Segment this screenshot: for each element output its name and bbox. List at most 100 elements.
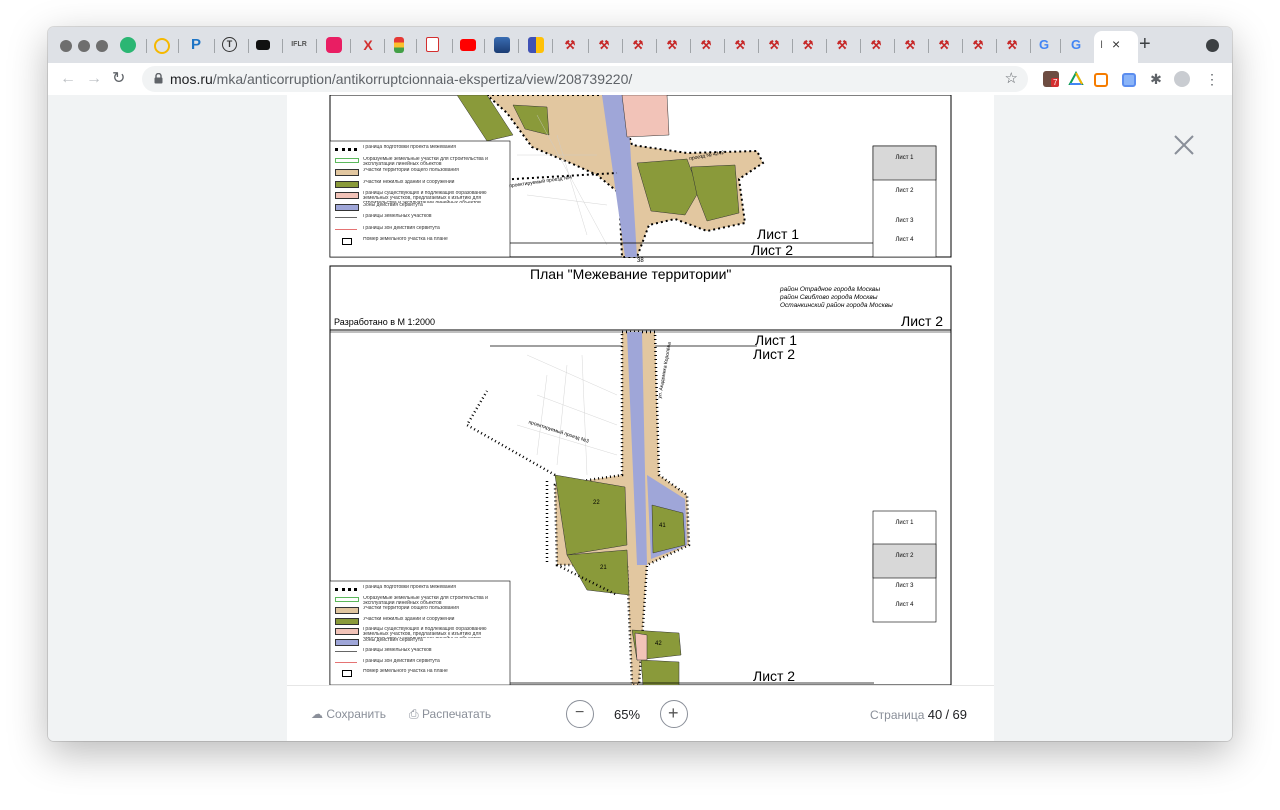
tab-separator bbox=[996, 39, 997, 53]
match-label-bottom-2: Лист 2 bbox=[753, 346, 796, 362]
bookmark-star-icon[interactable]: ☆ bbox=[1005, 69, 1018, 87]
gavel-icon[interactable]: ⚒ bbox=[630, 37, 646, 53]
legend-row: Участки нежилых зданий и сооружений bbox=[333, 180, 503, 192]
tab-separator bbox=[452, 39, 453, 53]
address-bar[interactable]: mos.ru/mka/anticorruption/antikorruptcio… bbox=[142, 66, 1028, 92]
o-icon[interactable] bbox=[326, 37, 342, 53]
close-tab-icon[interactable]: × bbox=[1112, 36, 1120, 52]
save-label: Сохранить bbox=[326, 707, 386, 721]
legend-swatch bbox=[335, 148, 357, 151]
zoom-window-icon[interactable] bbox=[96, 40, 108, 52]
parcel-label-21: 21 bbox=[600, 565, 607, 571]
legend-label: Границы зон действия сервитута bbox=[363, 658, 440, 664]
gavel-icon[interactable]: ⚒ bbox=[664, 37, 680, 53]
gavel-icon[interactable]: ⚒ bbox=[834, 37, 850, 53]
minimize-window-icon[interactable] bbox=[78, 40, 90, 52]
legend-label: Участки территорий общего пользования bbox=[363, 606, 459, 611]
legend-label: Зоны действия сервитута bbox=[363, 202, 423, 208]
legend-swatch bbox=[335, 617, 359, 625]
legend-row: Номер земельного участка на плане bbox=[333, 669, 503, 680]
gavel-icon[interactable]: ⚒ bbox=[766, 37, 782, 53]
gavel-icon[interactable]: ⚒ bbox=[1004, 37, 1020, 53]
legend-row: Границы зон действия сервитута bbox=[333, 226, 503, 238]
address-toolbar: ← → ↻ mos.ru/mka/anticorruption/antikorr… bbox=[48, 63, 1232, 96]
tab-separator bbox=[518, 39, 519, 53]
google-icon[interactable]: G bbox=[1068, 37, 1084, 53]
x-icon[interactable]: X bbox=[360, 37, 376, 53]
sheet-index-label: Лист 4 bbox=[895, 602, 914, 608]
new-tab-button[interactable]: + bbox=[1139, 33, 1151, 56]
app-icon[interactable] bbox=[528, 37, 544, 53]
bookmark-icon[interactable] bbox=[256, 40, 270, 50]
pdf-icon[interactable] bbox=[426, 37, 439, 52]
legend-row: Образуемые земельные участки для строите… bbox=[333, 157, 503, 169]
tab-separator bbox=[484, 39, 485, 53]
legend-label: Номер земельного участка на плане bbox=[363, 237, 448, 242]
yandex-icon[interactable] bbox=[154, 38, 170, 54]
legend-label: Граница подготовки проекта межевания bbox=[363, 585, 456, 590]
parcel-label-42: 42 bbox=[655, 641, 662, 647]
legend-label: Границы зон действия сервитута bbox=[363, 225, 440, 231]
save-button[interactable]: ☁ Сохранить bbox=[311, 707, 386, 721]
legend-label: Границы земельных участков bbox=[363, 648, 432, 653]
tool-icon[interactable] bbox=[394, 37, 404, 53]
gavel-icon[interactable]: ⚒ bbox=[562, 37, 578, 53]
youtube-icon[interactable] bbox=[460, 39, 476, 51]
maps-icon[interactable] bbox=[120, 37, 136, 53]
gavel-icon[interactable]: ⚒ bbox=[596, 37, 612, 53]
zoom-in-button[interactable]: + bbox=[660, 700, 688, 728]
parcel-bottom-43 bbox=[640, 659, 680, 685]
browser-window: P T IFLR X ⚒ ⚒ ⚒ ⚒ ⚒ ⚒ ⚒ ⚒ ⚒ ⚒ ⚒ ⚒ ⚒ ⚒ G G I × + bbox=[48, 27, 1232, 741]
parcel-bottom-41 bbox=[651, 504, 686, 554]
gavel-icon[interactable]: ⚒ bbox=[936, 37, 952, 53]
gavel-icon[interactable]: ⚒ bbox=[800, 37, 816, 53]
back-icon[interactable]: ← bbox=[60, 69, 76, 89]
active-tab-label: I bbox=[1100, 39, 1104, 51]
more-menu-icon[interactable]: ⋮ bbox=[1204, 71, 1220, 87]
legend-bottom-text: Граница подготовки проекта межевания Обра… bbox=[333, 585, 503, 680]
google-icon[interactable]: G bbox=[1036, 37, 1052, 53]
legend-swatch bbox=[335, 638, 359, 646]
gavel-icon[interactable]: ⚒ bbox=[902, 37, 918, 53]
page-current[interactable]: 40 bbox=[928, 707, 942, 722]
url-text: mos.ru/mka/anticorruption/antikorruptcio… bbox=[170, 71, 632, 87]
match-label-top-1: Лист 1 bbox=[757, 226, 800, 242]
extension-icon[interactable]: 7 bbox=[1043, 71, 1060, 87]
legend-swatch bbox=[335, 180, 359, 188]
profile-avatar-icon[interactable] bbox=[1174, 71, 1190, 87]
tab-search-icon[interactable] bbox=[1206, 39, 1219, 52]
close-icon[interactable] bbox=[1166, 127, 1202, 163]
photo-icon[interactable] bbox=[494, 37, 510, 53]
reload-icon[interactable]: ↻ bbox=[112, 69, 125, 89]
sheet-index-label: Лист 3 bbox=[895, 583, 914, 589]
gavel-icon[interactable]: ⚒ bbox=[970, 37, 986, 53]
viewer-overlay: Граница подготовки проекта межевания Обра… bbox=[48, 95, 1232, 741]
gavel-icon[interactable]: ⚒ bbox=[732, 37, 748, 53]
gavel-icon[interactable]: ⚒ bbox=[868, 37, 884, 53]
forward-icon[interactable]: → bbox=[86, 69, 102, 89]
google-drive-icon[interactable] bbox=[1068, 71, 1084, 87]
calendar-extension-icon[interactable] bbox=[1094, 73, 1108, 87]
puzzle-icon[interactable]: ✱ bbox=[1148, 71, 1164, 87]
close-window-icon[interactable] bbox=[60, 40, 72, 52]
legend-row: Участки территорий общего пользования bbox=[333, 606, 503, 617]
legend-swatch bbox=[335, 661, 357, 663]
legend-row: Границы существующих и подлежащих образо… bbox=[333, 627, 503, 638]
ifr-icon[interactable]: IFLR bbox=[288, 37, 310, 53]
zoom-out-button[interactable]: − bbox=[566, 700, 594, 728]
print-button[interactable]: ⎙ Распечатать bbox=[409, 707, 491, 722]
t-circle-icon[interactable]: T bbox=[222, 37, 237, 52]
document-viewer[interactable]: Граница подготовки проекта межевания Обра… bbox=[287, 95, 994, 741]
gavel-icon[interactable]: ⚒ bbox=[698, 37, 714, 53]
tab-separator bbox=[1030, 39, 1031, 53]
active-tab[interactable]: I × bbox=[1094, 31, 1138, 63]
shield-extension-icon[interactable] bbox=[1122, 73, 1136, 87]
printer-icon: ⎙ bbox=[409, 707, 419, 721]
district-ostankino: Останкинский район города Москвы bbox=[780, 302, 893, 309]
plan-title: План "Межевание территории" bbox=[530, 266, 732, 282]
p-icon[interactable]: P bbox=[188, 37, 204, 53]
legend-swatch bbox=[335, 651, 357, 652]
districts: район Отрадное города Москвы район Свибл… bbox=[780, 286, 893, 310]
tab-separator bbox=[894, 39, 895, 53]
tab-separator bbox=[384, 39, 385, 53]
